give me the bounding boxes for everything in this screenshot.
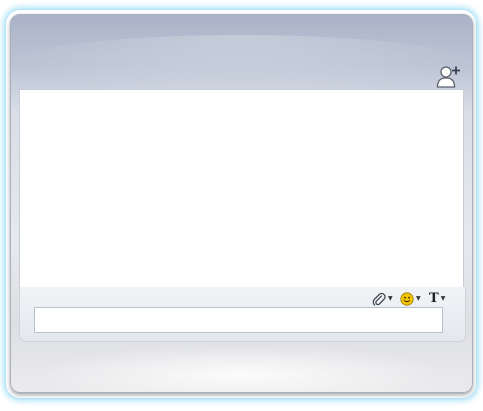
chevron-down-icon: ▼	[416, 295, 421, 302]
add-contact-icon	[436, 66, 460, 88]
chevron-down-icon: ▼	[440, 295, 446, 302]
paperclip-icon	[372, 292, 386, 306]
add-contact-button[interactable]	[436, 65, 462, 89]
smiley-icon	[400, 292, 414, 306]
footer-sheen	[31, 345, 452, 392]
attach-file-button[interactable]: ▼	[372, 291, 393, 307]
chat-window: ▼ ▼ T ▼	[10, 14, 473, 393]
font-button[interactable]: T ▼	[429, 291, 445, 307]
message-input[interactable]	[34, 307, 443, 333]
emoticon-button[interactable]: ▼	[400, 291, 421, 307]
chevron-down-icon: ▼	[388, 295, 393, 302]
compose-panel: ▼ ▼ T ▼	[19, 287, 466, 342]
font-icon: T	[429, 291, 439, 306]
message-history	[19, 89, 464, 288]
